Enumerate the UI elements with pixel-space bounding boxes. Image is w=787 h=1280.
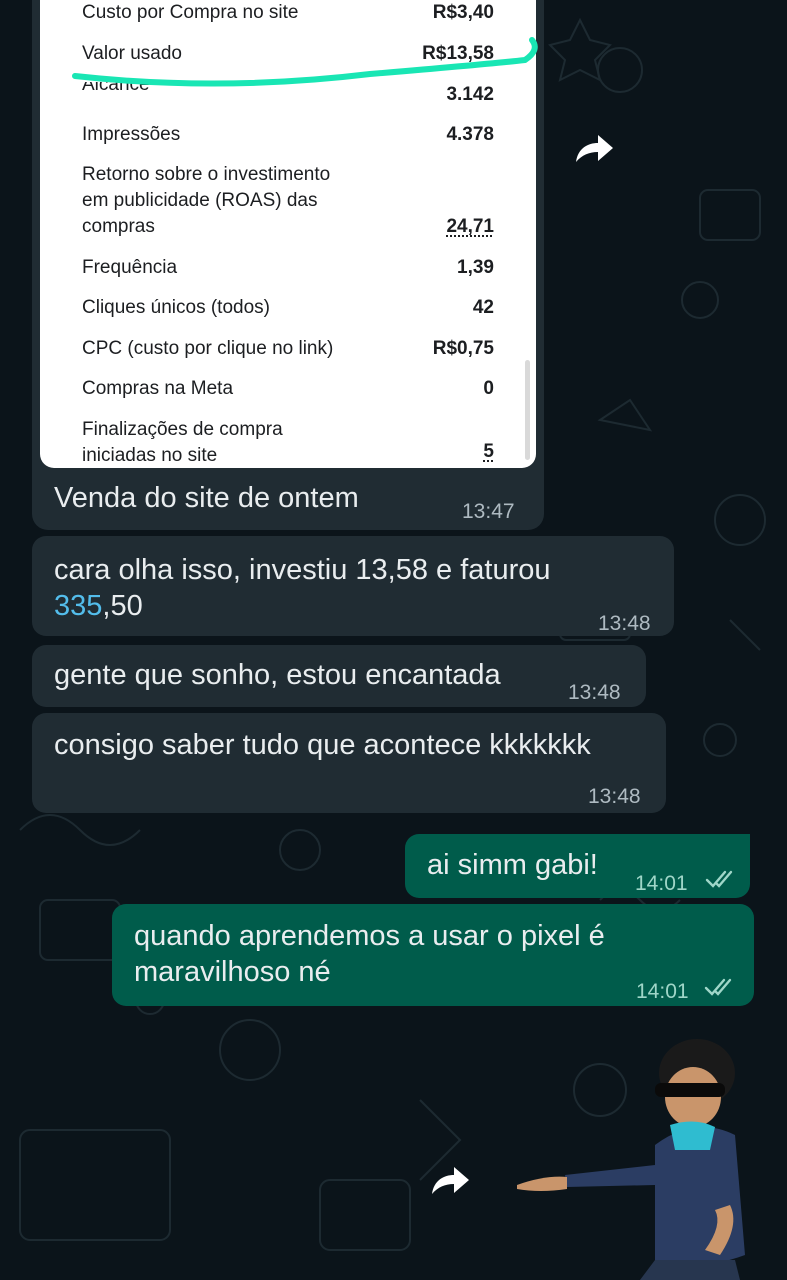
stat-label: Compras na Meta: [82, 378, 234, 399]
scrollbar-thumb: [525, 360, 530, 460]
message-bubble-outgoing[interactable]: ai simm gabi! 14:01: [405, 834, 750, 898]
stat-label: Cliques únicos (todos): [82, 297, 270, 318]
message-bubble-incoming[interactable]: gente que sonho, estou encantada 13:48: [32, 645, 646, 707]
message-text: cara olha isso, investiu 13,58 e faturou…: [54, 552, 654, 624]
stat-value: R$3,40: [432, 2, 494, 23]
message-text-part: ,50: [102, 590, 143, 622]
message-text-line: quando aprendemos a usar o pixel é: [134, 920, 605, 952]
stat-label-line: em publicidade (ROAS) das: [82, 190, 318, 211]
double-check-icon: [705, 870, 733, 888]
message-time: 14:01: [636, 980, 689, 1003]
stat-label-line: iniciadas no site: [82, 445, 218, 466]
message-text: gente que sonho, estou encantada: [54, 659, 501, 691]
forward-arrow-icon[interactable]: [572, 132, 616, 166]
message-time: 14:01: [635, 872, 688, 895]
stat-value: 4.378: [446, 124, 494, 145]
message-text: ai simm gabi!: [427, 849, 598, 881]
message-bubble-incoming[interactable]: cara olha isso, investiu 13,58 e faturou…: [32, 536, 674, 636]
sticker-dancing-kid[interactable]: [505, 1025, 750, 1280]
stat-row: Retorno sobre o investimento em publicid…: [82, 162, 494, 240]
stat-value: 5: [483, 441, 494, 462]
stat-value: 1,39: [457, 257, 494, 278]
stat-label: Impressões: [82, 124, 181, 145]
stat-label: Finalizações de compra iniciadas no site: [82, 417, 382, 468]
phone-number-link[interactable]: 335: [54, 590, 102, 622]
stat-label-line: Finalizações de compra: [82, 419, 283, 440]
message-time: 13:48: [598, 612, 651, 635]
message-time: 13:48: [568, 681, 621, 704]
stat-value: 42: [472, 297, 494, 318]
message-text: consigo saber tudo que acontece kkkkkkk: [54, 729, 591, 761]
double-check-icon: [704, 978, 732, 996]
message-bubble-incoming[interactable]: consigo saber tudo que acontece kkkkkkk …: [32, 713, 666, 813]
stat-label-line: compras: [82, 216, 155, 237]
message-text: quando aprendemos a usar o pixel é marav…: [134, 918, 605, 990]
stat-label: Frequência: [82, 257, 178, 278]
message-time: 13:47: [462, 500, 515, 523]
message-caption: Venda do site de ontem: [54, 482, 359, 514]
stat-label: CPC (custo por clique no link): [82, 338, 334, 359]
message-time: 13:48: [588, 785, 641, 808]
message-bubble-outgoing[interactable]: quando aprendemos a usar o pixel é marav…: [112, 904, 754, 1006]
stat-label: Custo por Compra no site: [82, 2, 299, 23]
forward-arrow-icon[interactable]: [428, 1164, 472, 1198]
stat-value: 0: [483, 378, 494, 399]
message-text-line: maravilhoso né: [134, 956, 331, 988]
stat-label: Retorno sobre o investimento em publicid…: [82, 162, 382, 240]
stat-row: Finalizações de compra iniciadas no site…: [82, 417, 494, 468]
highlight-stroke: [72, 37, 538, 87]
stat-value: 24,71: [446, 216, 494, 237]
message-text-part: cara olha isso, investiu 13,58 e faturou: [54, 554, 551, 586]
stat-label-line: Retorno sobre o investimento: [82, 164, 331, 185]
stat-value: R$0,75: [432, 338, 494, 359]
